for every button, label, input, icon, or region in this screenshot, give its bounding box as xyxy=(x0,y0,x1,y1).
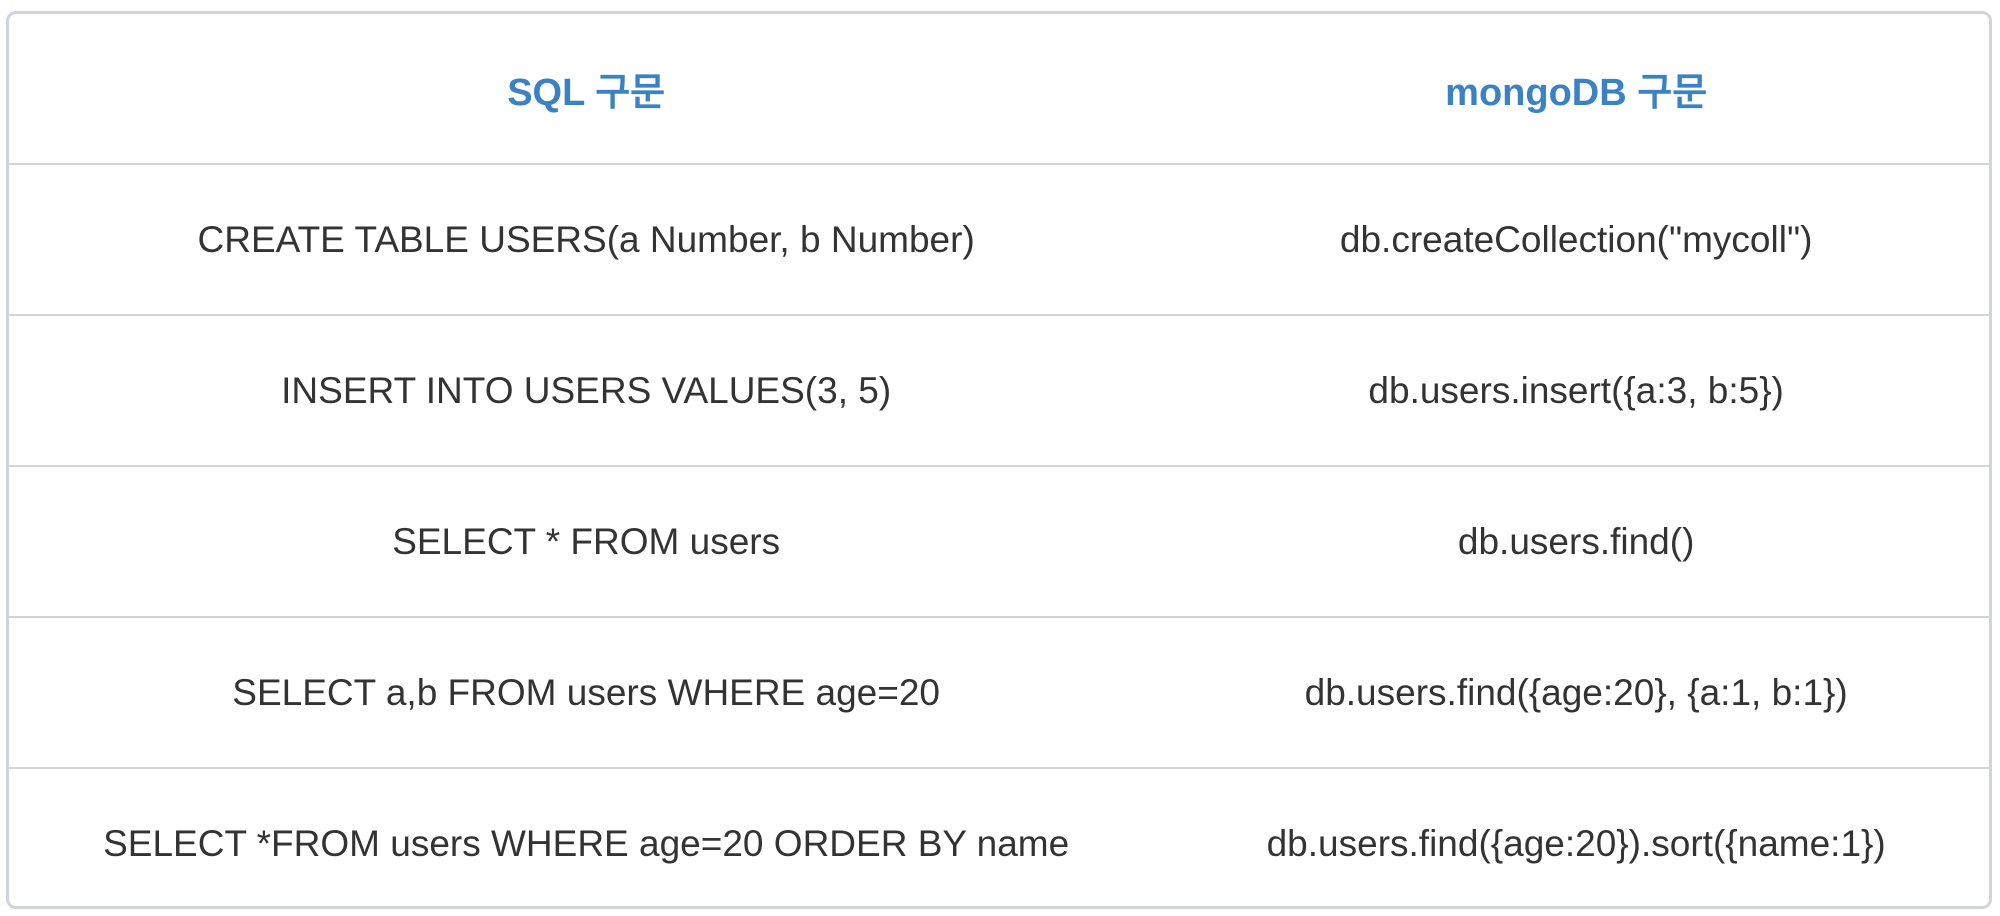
table-header-row: SQL 구문 mongoDB 구문 xyxy=(9,14,1989,165)
table-row: SELECT *FROM users WHERE age=20 ORDER BY… xyxy=(9,768,1989,906)
comparison-table-container: SQL 구문 mongoDB 구문 CREATE TABLE USERS(a N… xyxy=(6,11,1992,909)
sql-cell: INSERT INTO USERS VALUES(3, 5) xyxy=(9,315,1164,467)
mongodb-cell: db.users.find({age:20}, {a:1, b:1}) xyxy=(1163,617,1989,769)
table-row: INSERT INTO USERS VALUES(3, 5) db.users.… xyxy=(9,315,1989,467)
table-row: SELECT a,b FROM users WHERE age=20 db.us… xyxy=(9,617,1989,769)
mongodb-cell: db.users.insert({a:3, b:5}) xyxy=(1163,315,1989,467)
table-row: SELECT * FROM users db.users.find() xyxy=(9,466,1989,618)
sql-cell: SELECT a,b FROM users WHERE age=20 xyxy=(9,617,1164,769)
sql-cell: SELECT *FROM users WHERE age=20 ORDER BY… xyxy=(103,822,1070,864)
mongodb-cell: db.createCollection("mycoll") xyxy=(1163,164,1989,316)
mongodb-cell: db.users.find({age:20}).sort({name:1}) xyxy=(1266,822,1886,864)
sql-mongodb-comparison-table: SQL 구문 mongoDB 구문 CREATE TABLE USERS(a N… xyxy=(9,14,1989,906)
table-row: CREATE TABLE USERS(a Number, b Number) d… xyxy=(9,164,1989,316)
sql-cell: SELECT * FROM users xyxy=(9,466,1164,618)
mongodb-column-header: mongoDB 구문 xyxy=(1163,14,1989,165)
sql-cell: CREATE TABLE USERS(a Number, b Number) xyxy=(9,164,1164,316)
sql-column-header: SQL 구문 xyxy=(9,14,1164,165)
mongodb-cell: db.users.find() xyxy=(1163,466,1989,618)
